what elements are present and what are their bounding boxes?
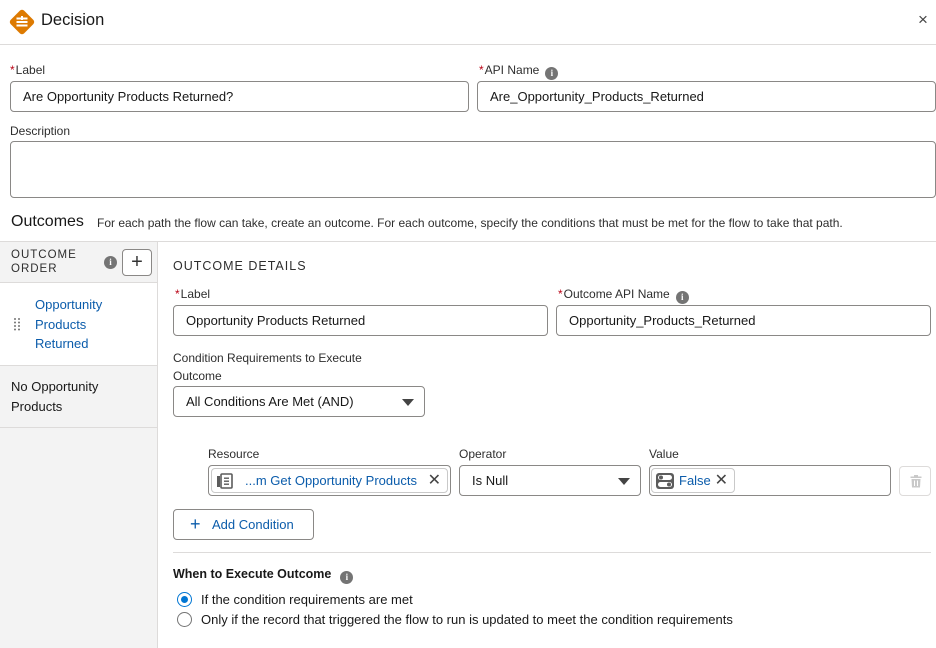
radio-record-updated[interactable] — [177, 612, 192, 627]
remove-icon[interactable]: ✕ — [428, 469, 441, 492]
drag-handle-icon[interactable] — [13, 317, 21, 331]
resource-pill-label: ...m Get Opportunity Products — [245, 473, 417, 488]
add-icon: + — [190, 514, 201, 534]
close-icon[interactable]: × — [918, 10, 928, 30]
outcome-order-label: OUTCOME ORDER — [11, 249, 77, 275]
description-textarea[interactable] — [10, 141, 936, 198]
info-icon[interactable]: i — [104, 256, 117, 269]
remove-icon[interactable]: ✕ — [715, 469, 728, 492]
collection-icon — [217, 473, 233, 489]
outcome-api-caption: *Outcome API Name i — [558, 287, 689, 304]
condition-requirements-caption: Condition Requirements to Execute Outcom… — [173, 351, 362, 383]
info-icon[interactable]: i — [340, 571, 354, 584]
outcomes-title: Outcomes — [11, 213, 84, 230]
api-name-input[interactable]: Are_Opportunity_Products_Returned — [477, 81, 936, 112]
operator-select[interactable]: Is Null — [459, 465, 641, 496]
radio-label[interactable]: If the condition requirements are met — [201, 592, 413, 607]
add-condition-label: Add Condition — [212, 517, 294, 532]
outcome-item-label[interactable]: Opportunity Products Returned — [35, 295, 102, 354]
outcomes-description: For each path the flow can take, create … — [97, 216, 843, 230]
decision-icon — [9, 9, 35, 35]
outcome-details-heading: OUTCOME DETAILS — [173, 259, 307, 273]
divider — [173, 552, 931, 553]
label-input[interactable]: Are Opportunity Products Returned? — [10, 81, 469, 112]
radio-label[interactable]: Only if the record that triggered the fl… — [201, 612, 733, 627]
when-to-execute-heading: When to Execute Outcome i — [173, 567, 354, 584]
condition-requirements-select[interactable]: All Conditions Are Met (AND) — [173, 386, 425, 417]
resource-pill[interactable]: ...m Get Opportunity Products ✕ — [211, 468, 448, 493]
chevron-down-icon — [618, 478, 630, 485]
delete-condition-button[interactable] — [899, 466, 931, 496]
toggle-icon — [656, 473, 674, 489]
outcome-api-input[interactable]: Opportunity_Products_Returned — [556, 305, 931, 336]
outcome-label-input[interactable]: Opportunity Products Returned — [173, 305, 548, 336]
label-caption: *Label — [10, 63, 46, 77]
modal-header — [0, 0, 936, 45]
info-icon[interactable]: i — [675, 291, 689, 304]
operator-caption: Operator — [459, 447, 507, 461]
radio-condition-met[interactable] — [177, 592, 192, 607]
add-outcome-button[interactable]: + — [122, 249, 152, 276]
outcome-label-caption: *Label — [175, 287, 211, 301]
resource-caption: Resource — [208, 447, 260, 461]
modal-title: Decision — [41, 11, 105, 29]
value-pill[interactable]: False ✕ — [651, 468, 735, 493]
value-pill-label: False — [679, 473, 711, 488]
add-condition-button[interactable]: + Add Condition — [173, 509, 314, 540]
info-icon[interactable]: i — [545, 67, 559, 80]
api-name-caption: *API Name i — [479, 63, 559, 80]
trash-icon — [910, 475, 922, 488]
outcome-item-label[interactable]: No Opportunity Products — [11, 377, 98, 416]
chevron-down-icon — [402, 399, 414, 406]
description-caption: Description — [10, 124, 71, 138]
select-value: All Conditions Are Met (AND) — [186, 394, 354, 409]
value-caption: Value — [649, 447, 679, 461]
select-value: Is Null — [472, 473, 509, 488]
